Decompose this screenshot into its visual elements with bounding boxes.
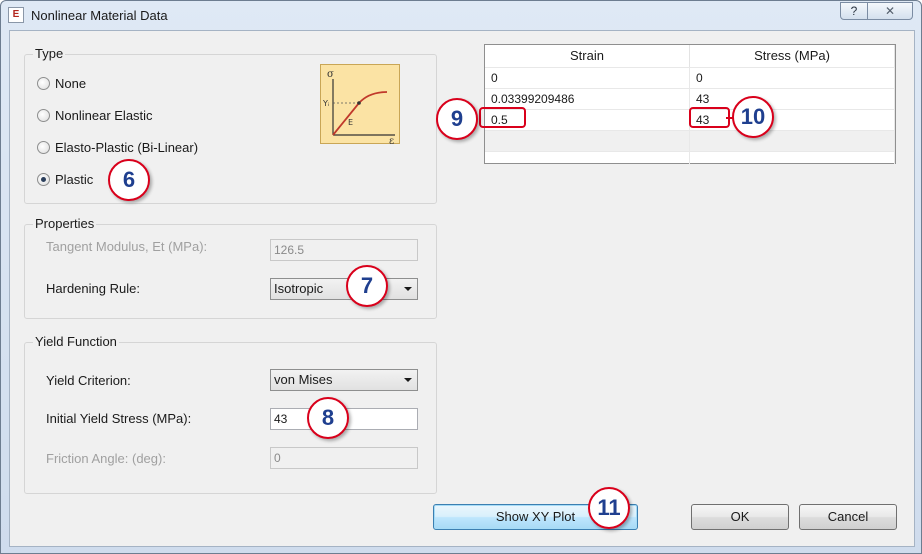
radio-elasto-plastic-label: Elasto-Plastic (Bi-Linear) [55,139,199,155]
callout-6: 6 [108,159,150,201]
app-icon: E [8,7,24,23]
strain-cell-highlight [479,107,526,128]
cell-stress-empty[interactable] [690,131,895,151]
yield-criterion-value: von Mises [274,372,333,387]
radio-elasto-plastic[interactable]: Elasto-Plastic (Bi-Linear) [37,138,198,156]
radio-none-circle[interactable] [37,76,50,90]
table-header: Strain Stress (MPa) [485,45,895,67]
stress-cell-highlight [689,107,730,128]
type-group: Type None Nonlinear Elastic Elasto-Plast… [24,46,437,204]
nonlinear-material-dialog: E Nonlinear Material Data ? ✕ Type None … [0,0,922,554]
yield-function-group: Yield Function Yield Criterion: von Mise… [24,334,437,494]
cell-strain[interactable]: 0.03399209486 [485,89,690,109]
callout-10: 10 [732,96,774,138]
radio-elasto-plastic-circle[interactable] [37,140,50,154]
radio-plastic-circle[interactable] [37,172,50,186]
chevron-down-icon [404,287,412,291]
tangent-modulus-field[interactable]: 126.5 [270,239,418,261]
title-bar[interactable]: E Nonlinear Material Data ? ✕ [1,1,921,29]
callout-9: 9 [436,98,478,140]
friction-angle-label: Friction Angle: (deg): [46,451,166,466]
column-header-strain[interactable]: Strain [485,45,690,67]
cell-stress[interactable]: 43 [690,89,895,109]
callout-11: 11 [588,487,630,529]
strain-stress-table[interactable]: Strain Stress (MPa) 0 0 0.03399209486 43… [484,44,896,164]
properties-group-label: Properties [33,216,97,231]
chevron-down-icon [404,378,412,382]
close-button[interactable]: ✕ [867,2,913,20]
radio-nonlinear-elastic-label: Nonlinear Elastic [55,107,153,123]
radio-nonlinear-elastic[interactable]: Nonlinear Elastic [37,106,153,124]
hardening-rule-label: Hardening Rule: [46,281,140,296]
initial-yield-stress-label: Initial Yield Stress (MPa): [46,411,192,426]
hardening-rule-select[interactable]: Isotropic [270,278,418,300]
callout-8: 8 [307,397,349,439]
hardening-rule-value: Isotropic [274,281,324,296]
help-button[interactable]: ? [840,2,868,20]
window-title: Nonlinear Material Data [31,8,168,23]
yield-criterion-select[interactable]: von Mises [270,369,418,391]
radio-none[interactable]: None [37,74,86,92]
type-group-label: Type [33,46,66,61]
cell-strain[interactable]: 0 [485,68,690,88]
modulus-label: E [348,118,353,127]
table-row[interactable]: 0.03399209486 43 [485,88,895,109]
table-blank-row [485,151,895,164]
radio-plastic[interactable]: Plastic [37,170,93,188]
yield-criterion-label: Yield Criterion: [46,373,131,388]
yield-label: Yᵢ [322,99,329,108]
stress-strain-curve-icon: σ ε Yᵢ E [322,69,395,147]
friction-angle-field[interactable]: 0 [270,447,418,469]
yield-function-group-label: Yield Function [33,334,119,349]
cancel-button[interactable]: Cancel [799,504,897,530]
callout-7: 7 [346,265,388,307]
cell-blank [485,152,690,164]
tangent-modulus-label: Tangent Modulus, Et (MPa): [46,239,208,254]
table-row[interactable]: 0 0 [485,67,895,88]
cell-blank [690,152,895,164]
cell-strain-empty[interactable] [485,131,690,151]
radio-nonlinear-elastic-circle[interactable] [37,108,50,122]
radio-plastic-label: Plastic [55,171,94,187]
radio-none-label: None [55,75,87,91]
cell-stress[interactable]: 0 [690,68,895,88]
sigma-label: σ [327,69,334,80]
epsilon-label: ε [389,136,394,145]
column-header-stress[interactable]: Stress (MPa) [690,45,895,67]
table-new-row[interactable] [485,130,895,151]
stress-strain-graph: σ ε Yᵢ E [320,64,400,147]
ok-button[interactable]: OK [691,504,789,530]
